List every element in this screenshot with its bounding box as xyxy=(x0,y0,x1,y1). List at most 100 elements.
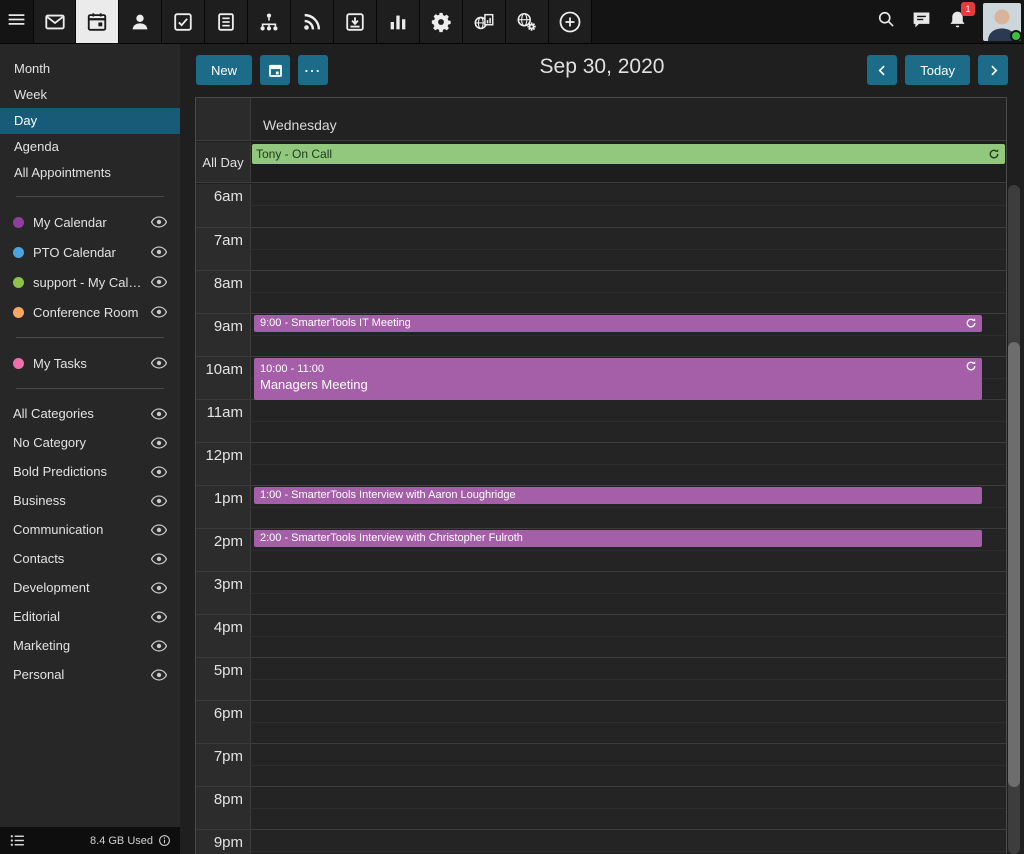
eye-icon[interactable] xyxy=(151,524,167,536)
date-picker-button[interactable] xyxy=(260,55,290,85)
eye-icon[interactable] xyxy=(151,611,167,623)
sidebar-category-item[interactable]: Communication xyxy=(0,515,180,544)
sidebar-view-day[interactable]: Day xyxy=(0,108,180,134)
event-title: 10:00 - 11:00 xyxy=(254,358,982,377)
time-label: 1pm xyxy=(196,485,251,528)
eye-icon[interactable] xyxy=(151,246,167,258)
app-tab-contacts[interactable] xyxy=(119,0,162,43)
more-options-button[interactable]: ... xyxy=(298,55,328,85)
time-slot-8pm[interactable] xyxy=(251,786,1006,829)
org-chart-icon xyxy=(258,11,280,33)
sidebar-view-month[interactable]: Month xyxy=(0,56,180,82)
calendar-event[interactable]: 2:00 - SmarterTools Interview with Chris… xyxy=(254,530,982,547)
app-tab-domain-reports[interactable] xyxy=(463,0,506,43)
app-tab-tasks[interactable] xyxy=(162,0,205,43)
sidebar-calendar-item[interactable]: support - My Calend... xyxy=(0,267,180,297)
eye-icon[interactable] xyxy=(151,216,167,228)
time-slot-5pm[interactable] xyxy=(251,657,1006,700)
eye-icon[interactable] xyxy=(151,466,167,478)
sidebar-category-item[interactable]: All Categories xyxy=(0,399,180,428)
time-slot-4pm[interactable] xyxy=(251,614,1006,657)
list-view-icon[interactable] xyxy=(9,832,26,849)
time-label: 5pm xyxy=(196,657,251,700)
chat-button[interactable] xyxy=(911,9,932,35)
app-tab-mail[interactable] xyxy=(33,0,76,43)
previous-day-button[interactable] xyxy=(867,55,897,85)
calendar-event[interactable]: 1:00 - SmarterTools Interview with Aaron… xyxy=(254,487,982,504)
item-label: support - My Calend... xyxy=(33,275,145,290)
search-button[interactable] xyxy=(876,9,896,34)
app-tab-settings[interactable] xyxy=(420,0,463,43)
sidebar-calendar-item[interactable]: PTO Calendar xyxy=(0,237,180,267)
eye-icon[interactable] xyxy=(151,408,167,420)
eye-icon[interactable] xyxy=(151,306,167,318)
sidebar-calendar-item[interactable]: My Calendar xyxy=(0,207,180,237)
app-tab-file-storage[interactable] xyxy=(334,0,377,43)
calendar-color-dot xyxy=(13,307,24,318)
app-tab-rss-feeds[interactable] xyxy=(291,0,334,43)
day-header-row: Wednesday xyxy=(196,98,1006,141)
app-tab-calendar[interactable] xyxy=(76,0,119,43)
notifications-button[interactable]: 1 xyxy=(947,9,968,35)
hour-row-9pm: 9pm xyxy=(196,829,1006,854)
sidebar-category-item[interactable]: Business xyxy=(0,486,180,515)
sidebar-view-all-appointments[interactable]: All Appointments xyxy=(0,160,180,186)
app-tab-org-chart[interactable] xyxy=(248,0,291,43)
avatar[interactable] xyxy=(983,3,1021,41)
time-slot-9pm[interactable] xyxy=(251,829,1006,854)
sidebar-calendar-item[interactable]: Conference Room xyxy=(0,297,180,327)
calendar-color-dot xyxy=(13,358,24,369)
info-icon[interactable] xyxy=(158,834,171,847)
sidebar-category-item[interactable]: Contacts xyxy=(0,544,180,573)
calendar-event[interactable]: 10:00 - 11:00Managers Meeting xyxy=(254,358,982,400)
hour-row-3pm: 3pm xyxy=(196,571,1006,614)
calendar-icon xyxy=(86,11,108,33)
app-tab-domain-settings[interactable] xyxy=(506,0,549,43)
add-icon xyxy=(558,10,582,34)
hour-row-12pm: 12pm xyxy=(196,442,1006,485)
menu-toggle-button[interactable] xyxy=(0,0,33,43)
all-day-event[interactable]: Tony - On Call xyxy=(252,144,1005,164)
eye-icon[interactable] xyxy=(151,582,167,594)
sidebar-category-item[interactable]: Editorial xyxy=(0,602,180,631)
sidebar-view-week[interactable]: Week xyxy=(0,82,180,108)
item-label: Conference Room xyxy=(33,305,145,320)
calendar-event[interactable]: 9:00 - SmarterTools IT Meeting xyxy=(254,315,982,332)
all-day-events-area[interactable]: Tony - On Call xyxy=(251,142,1006,182)
time-slot-7pm[interactable] xyxy=(251,743,1006,786)
app-tab-notes[interactable] xyxy=(205,0,248,43)
calendar-color-dot xyxy=(13,247,24,258)
app-tab-add[interactable] xyxy=(549,0,592,43)
eye-icon[interactable] xyxy=(151,640,167,652)
time-slot-7am[interactable] xyxy=(251,227,1006,270)
eye-icon[interactable] xyxy=(151,437,167,449)
time-slot-6am[interactable] xyxy=(251,184,1006,227)
scrollbar-thumb[interactable] xyxy=(1008,342,1020,787)
app-tab-reports[interactable] xyxy=(377,0,420,43)
sidebar-tasklist-item[interactable]: My Tasks xyxy=(0,348,180,378)
sidebar-category-item[interactable]: Personal xyxy=(0,660,180,689)
time-slot-12pm[interactable] xyxy=(251,442,1006,485)
next-day-button[interactable] xyxy=(978,55,1008,85)
time-slot-11am[interactable] xyxy=(251,399,1006,442)
sidebar-category-item[interactable]: No Category xyxy=(0,428,180,457)
today-button[interactable]: Today xyxy=(905,55,970,85)
sidebar-category-item[interactable]: Development xyxy=(0,573,180,602)
new-button[interactable]: New xyxy=(196,55,252,85)
eye-icon[interactable] xyxy=(151,276,167,288)
time-slot-3pm[interactable] xyxy=(251,571,1006,614)
vertical-scrollbar[interactable] xyxy=(1008,185,1020,854)
eye-icon[interactable] xyxy=(151,357,167,369)
time-slot-6pm[interactable] xyxy=(251,700,1006,743)
sidebar-footer: 8.4 GB Used xyxy=(0,827,180,854)
eye-icon[interactable] xyxy=(151,669,167,681)
eye-icon[interactable] xyxy=(151,553,167,565)
top-bar: 1 xyxy=(0,0,1024,44)
sidebar-category-item[interactable]: Marketing xyxy=(0,631,180,660)
sidebar-category-item[interactable]: Bold Predictions xyxy=(0,457,180,486)
time-slot-8am[interactable] xyxy=(251,270,1006,313)
sidebar-view-agenda[interactable]: Agenda xyxy=(0,134,180,160)
domain-settings-icon xyxy=(516,11,538,33)
time-label: 8pm xyxy=(196,786,251,829)
eye-icon[interactable] xyxy=(151,495,167,507)
